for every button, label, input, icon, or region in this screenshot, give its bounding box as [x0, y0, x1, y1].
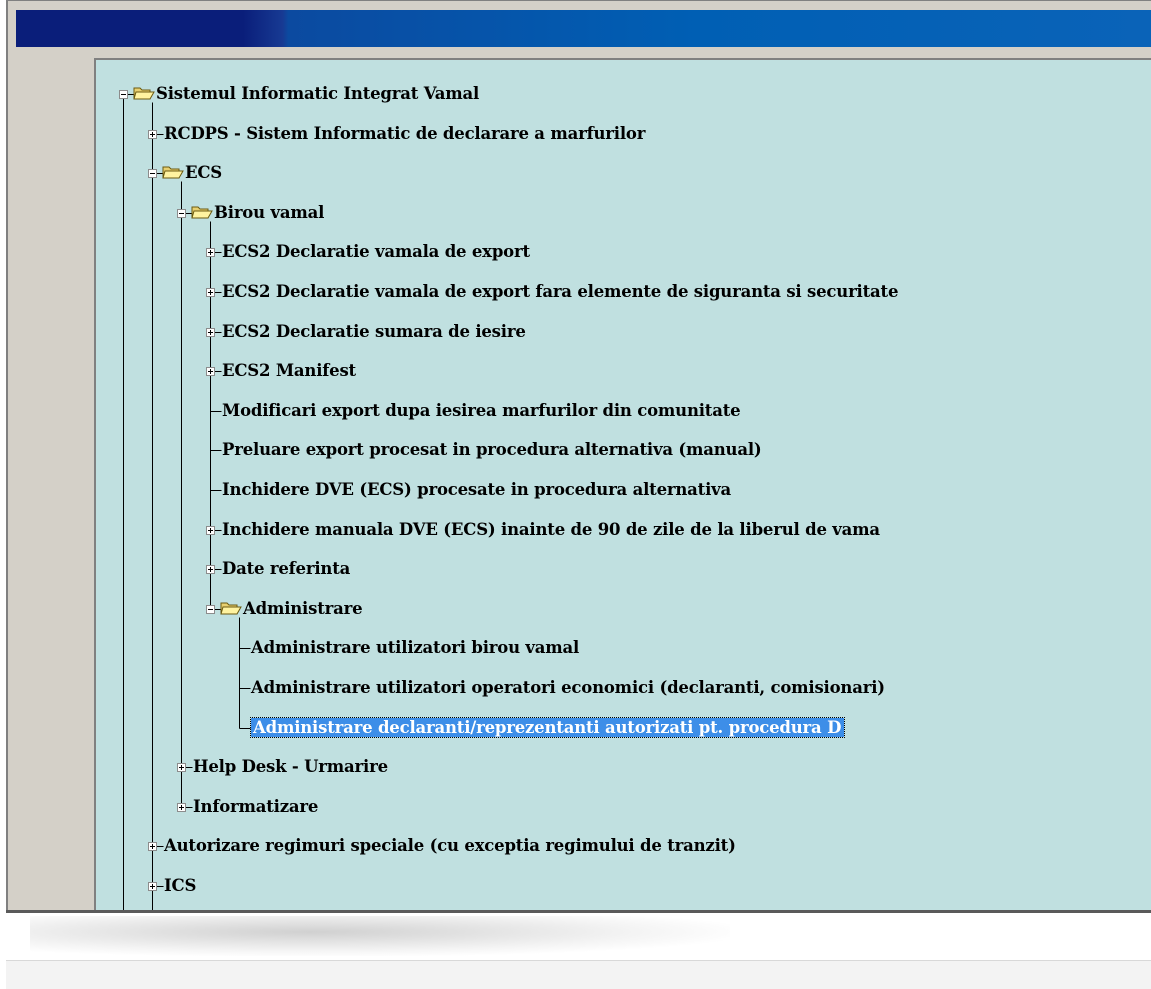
tree-node-label: Preluare export procesat in procedura al… [222, 440, 762, 459]
expand-plus-icon[interactable] [177, 763, 186, 772]
folder-icon-wrapper [133, 85, 155, 101]
tree-node-label: Autorizare regimuri speciale (cu excepti… [164, 836, 736, 855]
folder-icon-wrapper [191, 204, 213, 220]
collapse-minus-icon[interactable] [177, 209, 186, 218]
tree-node[interactable]: Sistemul Informatic Integrat Vamal [156, 81, 479, 107]
folder-icon-wrapper [162, 164, 184, 180]
collapse-minus-icon[interactable] [119, 90, 128, 99]
tree-node-selected[interactable]: Administrare declaranti/reprezentanti au… [249, 715, 846, 741]
tree-node-label: ECS2 Declaratie vamala de export fara el… [222, 282, 899, 301]
tree-node[interactable]: Informatizare [193, 794, 318, 820]
folder-icon-wrapper [220, 600, 242, 616]
tree-node[interactable]: ECS2 Declaratie vamala de export fara el… [222, 279, 898, 305]
tree-node[interactable]: Inchidere DVE (ECS) procesate in procedu… [222, 477, 731, 503]
folder-open-icon [162, 166, 184, 179]
tree-node-label: Help Desk - Urmarire [193, 757, 388, 776]
tree-node[interactable]: ECS2 Manifest [222, 358, 356, 384]
tree-node[interactable]: Inchidere manuala DVE (ECS) inainte de 9… [222, 517, 880, 543]
expand-plus-icon[interactable] [148, 130, 157, 139]
tree-node[interactable]: ECS2 Declaratie sumara de iesire [222, 319, 526, 345]
folder-open-icon [191, 206, 213, 219]
folder-open-icon [133, 87, 155, 100]
tree-node[interactable]: Administrare [243, 596, 363, 622]
expand-plus-icon[interactable] [148, 842, 157, 851]
tree-node[interactable]: ICS [164, 873, 196, 899]
tree-view[interactable]: Sistemul Informatic Integrat Vamal RCDPS … [94, 58, 1151, 910]
tree-node-label: Administrare [243, 599, 363, 618]
expand-plus-icon[interactable] [206, 328, 215, 337]
expand-plus-icon[interactable] [148, 882, 157, 891]
tree-node[interactable]: Date referinta [222, 556, 350, 582]
tree-node-label: Inchidere DVE (ECS) procesate in procedu… [222, 480, 732, 499]
expand-plus-icon[interactable] [177, 803, 186, 812]
tree-node-label: RCDPS - Sistem Informatic de declarare a… [164, 124, 646, 143]
tree-node-label: Sistemul Informatic Integrat Vamal [156, 84, 480, 103]
tree-node[interactable]: Preluare export procesat in procedura al… [222, 437, 762, 463]
tree-node-label: Administrare utilizatori birou vamal [251, 638, 580, 657]
tree-node-label: Inchidere manuala DVE (ECS) inainte de 9… [222, 520, 880, 539]
tree-node[interactable]: ECS2 Declaratie vamala de export [222, 239, 530, 265]
tree-node[interactable]: Administrare utilizatori birou vamal [251, 635, 579, 661]
folder-open-icon [220, 602, 242, 615]
tree-node-label: Date referinta [222, 559, 351, 578]
tree-node[interactable]: Birou vamal [214, 200, 324, 226]
tree-node[interactable]: ECS [185, 160, 222, 186]
tree-node-label: Modificari export dupa iesirea marfurilo… [222, 401, 741, 420]
reflection-blur [30, 916, 730, 956]
tree-node[interactable]: Modificari export dupa iesirea marfurilo… [222, 398, 741, 424]
tree-node-label: ICS [164, 876, 197, 895]
expand-plus-icon[interactable] [206, 288, 215, 297]
tree-node-label: ECS2 Declaratie sumara de iesire [222, 322, 526, 341]
tree-node-label: Administrare utilizatori operatori econo… [251, 678, 885, 697]
tree-node[interactable]: Autorizare regimuri speciale (cu excepti… [164, 833, 736, 859]
tree-node[interactable]: Help Desk - Urmarire [193, 754, 388, 780]
expand-plus-icon[interactable] [206, 367, 215, 376]
tree-node-label: Birou vamal [214, 203, 325, 222]
title-bar [16, 10, 1151, 47]
tree-node-label: ECS [185, 163, 223, 182]
expand-plus-icon[interactable] [206, 565, 215, 574]
window-bottom-border [6, 910, 1151, 913]
collapse-minus-icon[interactable] [206, 605, 215, 614]
tree-node-label: Informatizare [193, 797, 319, 816]
collapse-minus-icon[interactable] [148, 169, 157, 178]
tree-node-label: ECS2 Manifest [222, 361, 356, 380]
tree-node-label: Administrare declaranti/reprezentanti au… [249, 717, 846, 738]
expand-plus-icon[interactable] [206, 526, 215, 535]
footer-bar [6, 960, 1151, 989]
tree-node[interactable]: RCDPS - Sistem Informatic de declarare a… [164, 121, 645, 147]
tree-node[interactable]: Administrare utilizatori operatori econo… [251, 675, 885, 701]
tree-node-label: ECS2 Declaratie vamala de export [222, 242, 530, 261]
expand-plus-icon[interactable] [206, 248, 215, 257]
